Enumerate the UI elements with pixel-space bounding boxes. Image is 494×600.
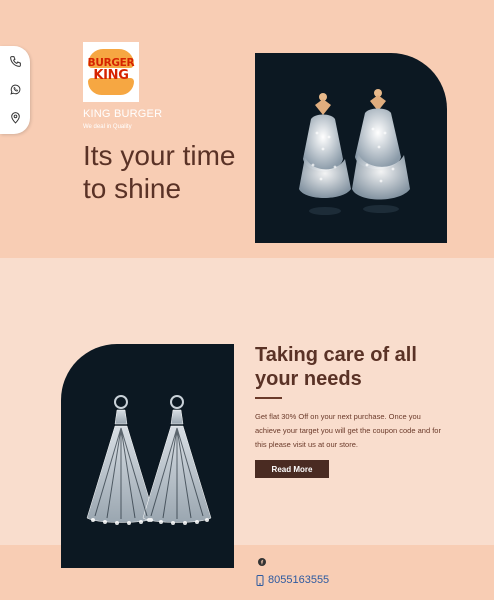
burger-king-logo-icon: BURGER KING <box>85 46 137 98</box>
footer-phone[interactable]: 8055163555 <box>256 574 329 586</box>
hero-title: Its your time to shine <box>83 140 236 204</box>
hero-earrings-image <box>255 53 447 243</box>
brand-logo[interactable]: BURGER KING <box>83 42 139 102</box>
facebook-icon[interactable] <box>258 558 266 566</box>
logo-text-line2: KING <box>93 68 129 83</box>
fan-earrings-image <box>61 344 234 568</box>
location-pin-icon[interactable] <box>9 111 22 124</box>
read-more-button[interactable]: Read More <box>255 460 329 478</box>
brand-tagline: We deal in Quality <box>83 124 132 130</box>
phone-number[interactable]: 8055163555 <box>268 574 329 586</box>
contact-sidebar <box>0 46 30 134</box>
phone-icon[interactable] <box>9 55 22 68</box>
mobile-phone-icon <box>256 574 264 586</box>
whatsapp-icon[interactable] <box>9 83 22 96</box>
section-description: Get flat 30% Off on your next purchase. … <box>255 412 441 449</box>
brand-name: KING BURGER <box>83 108 163 120</box>
section-title: Taking care of all your needs <box>255 344 417 390</box>
title-divider <box>255 397 282 399</box>
